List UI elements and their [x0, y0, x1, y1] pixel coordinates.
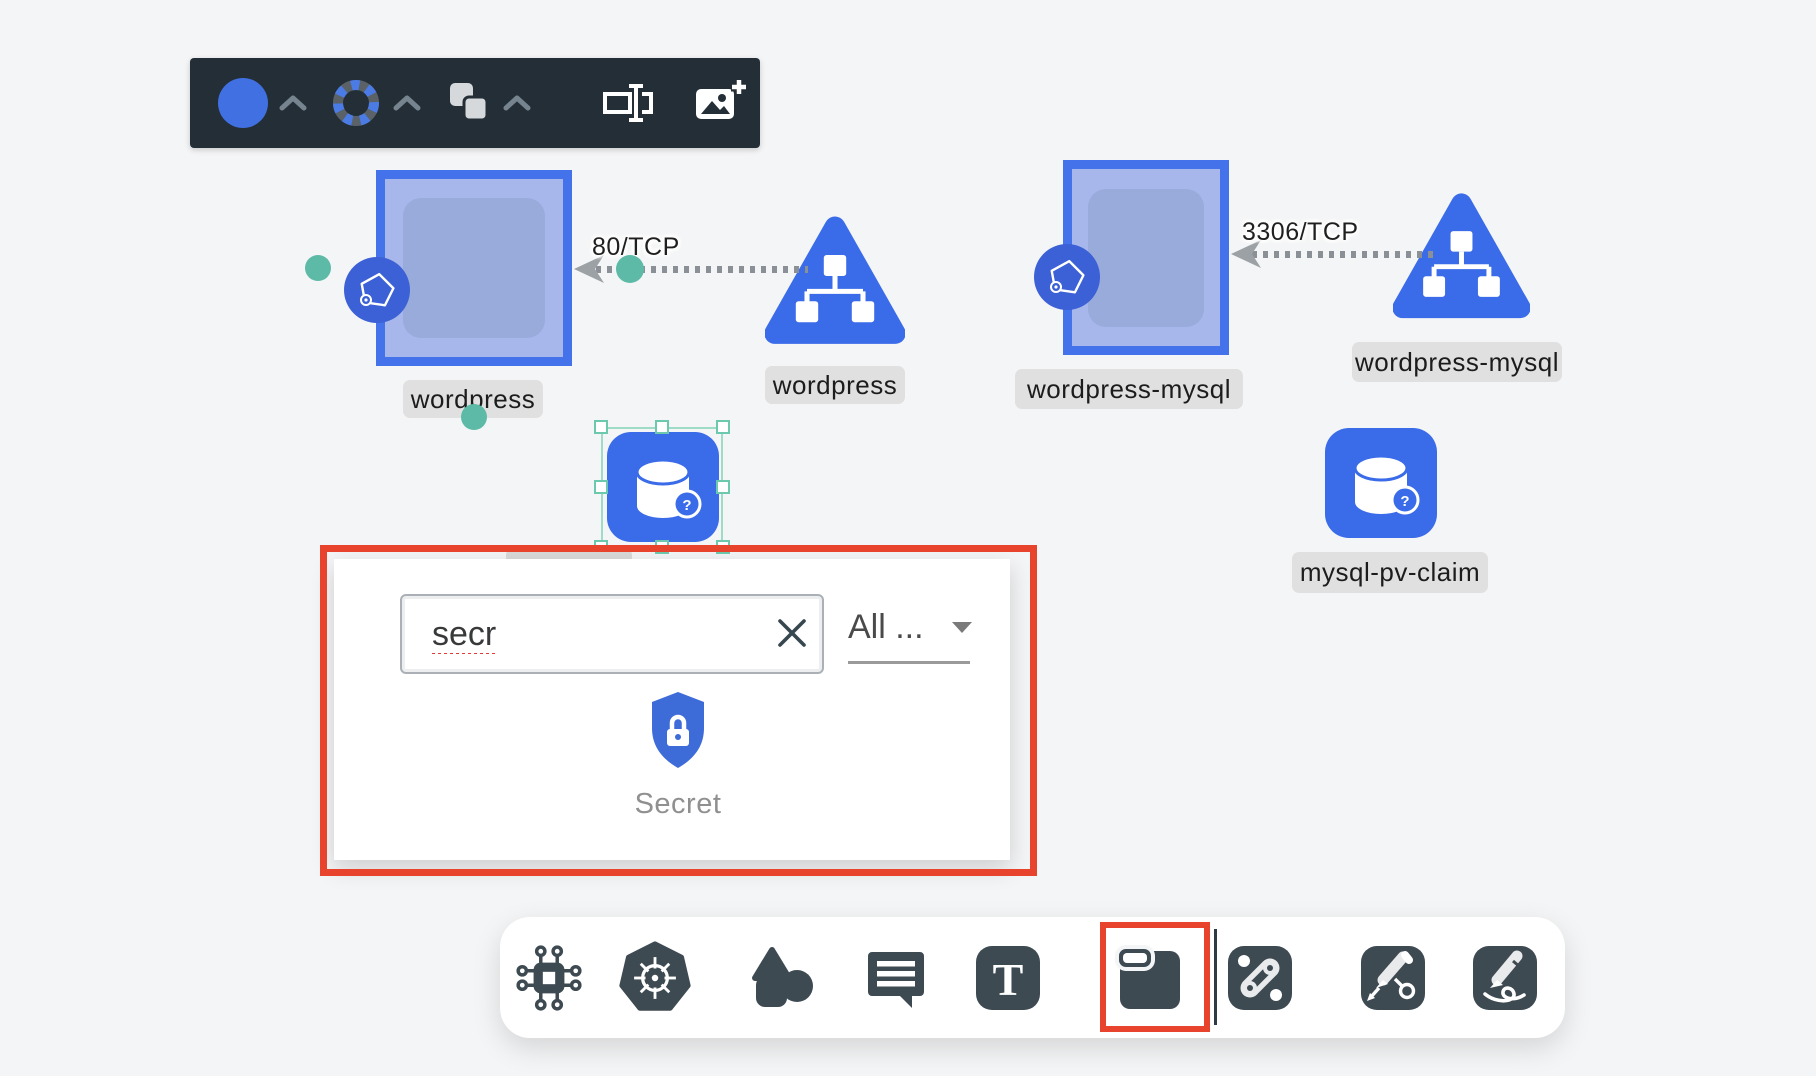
node-label: wordpress-mysql	[1352, 342, 1562, 382]
category-filter-dropdown[interactable]: All ...	[848, 608, 974, 647]
edge-endpoint-port[interactable]	[616, 255, 644, 283]
node-label: wordpress	[765, 366, 905, 404]
border-style-button[interactable]	[326, 73, 426, 133]
fill-color-circle-icon	[218, 78, 268, 128]
text-icon: T	[973, 943, 1043, 1013]
database-question-icon: ?	[1325, 428, 1437, 538]
svg-text:?: ?	[682, 497, 691, 514]
resize-handle-e[interactable]	[716, 480, 730, 494]
chip-icon	[512, 941, 586, 1015]
node-service-wordpress[interactable]	[765, 213, 905, 353]
tool-comment[interactable]	[858, 940, 934, 1016]
shapes-icon	[746, 942, 818, 1014]
deployment-wordpress-mysql-label: wordpress-mysql	[1027, 374, 1231, 405]
filter-underline	[848, 661, 970, 664]
overlapping-squares-icon	[444, 79, 492, 127]
style-toolbar	[190, 58, 760, 148]
service-triangle-icon	[765, 213, 905, 353]
kubernetes-helm-icon	[617, 940, 693, 1016]
secret-shield-icon	[646, 690, 710, 770]
resource-search-input[interactable]	[400, 594, 824, 674]
result-label: Secret	[635, 788, 722, 821]
copy-style-button[interactable]	[440, 75, 536, 131]
connection-port[interactable]	[461, 404, 487, 430]
node-pvc-mysql[interactable]: ?	[1325, 428, 1437, 538]
pencil-swirl-icon	[1469, 942, 1541, 1014]
pod-badge-icon	[344, 257, 410, 323]
deployment-inner-shape	[1088, 189, 1204, 327]
resize-handle-w[interactable]	[594, 480, 608, 494]
chevron-down-icon	[950, 620, 974, 635]
chain-link-icon	[1224, 942, 1296, 1014]
chevron-up-icon	[278, 94, 308, 112]
svg-text:?: ?	[1400, 493, 1409, 510]
node-label: wordpress-mysql	[1015, 369, 1243, 409]
connection-port[interactable]	[305, 255, 331, 281]
tool-connector-pen[interactable]	[1355, 940, 1431, 1016]
node-service-wordpress-mysql[interactable]	[1393, 190, 1530, 327]
edge-port-label: 3306/TCP	[1242, 218, 1359, 247]
edge-dotted-line	[1252, 251, 1434, 258]
tool-infrastructure-chip[interactable]	[511, 940, 587, 1016]
deployment-inner-shape	[403, 198, 545, 338]
resize-handle-nw[interactable]	[594, 420, 608, 434]
chevron-up-icon	[392, 94, 422, 112]
service-wordpress-label: wordpress	[773, 370, 897, 401]
resize-handle-n[interactable]	[655, 420, 669, 434]
dock-divider	[1214, 929, 1217, 1025]
tool-kubernetes[interactable]	[617, 940, 693, 1016]
chevron-up-icon	[502, 94, 532, 112]
tool-text[interactable]: T	[970, 940, 1046, 1016]
node-label: mysql-pv-claim	[1292, 552, 1488, 593]
tool-shapes[interactable]	[744, 940, 820, 1016]
node-deployment-wordpress[interactable]	[376, 170, 572, 366]
clear-search-button[interactable]	[772, 614, 812, 654]
rename-button[interactable]	[596, 76, 660, 130]
tool-dock: T	[500, 917, 1565, 1038]
fill-style-button[interactable]	[214, 74, 312, 132]
svg-text:T: T	[993, 954, 1024, 1005]
comment-icon	[860, 942, 932, 1014]
pen-arrow-icon	[1357, 942, 1429, 1014]
filter-value: All ...	[848, 608, 924, 647]
pod-badge-icon	[1034, 244, 1100, 310]
tool-frame[interactable]	[1112, 940, 1188, 1016]
service-triangle-icon	[1393, 190, 1530, 327]
search-result-secret[interactable]: Secret	[613, 690, 743, 821]
add-image-button[interactable]	[688, 73, 752, 133]
resize-handle-ne[interactable]	[716, 420, 730, 434]
pvc-mysql-label: mysql-pv-claim	[1300, 557, 1480, 588]
text-field-cursor-icon	[600, 80, 656, 126]
database-question-icon: ?	[607, 432, 719, 542]
close-icon	[775, 616, 809, 650]
node-pvc-selected[interactable]: ?	[607, 432, 719, 542]
tool-link-chain[interactable]	[1222, 940, 1298, 1016]
image-plus-icon	[692, 77, 748, 129]
frame-icon	[1115, 943, 1185, 1013]
tool-freehand-pencil[interactable]	[1467, 940, 1543, 1016]
service-wordpress-mysql-label: wordpress-mysql	[1355, 347, 1559, 378]
dashed-ring-icon	[330, 77, 382, 129]
